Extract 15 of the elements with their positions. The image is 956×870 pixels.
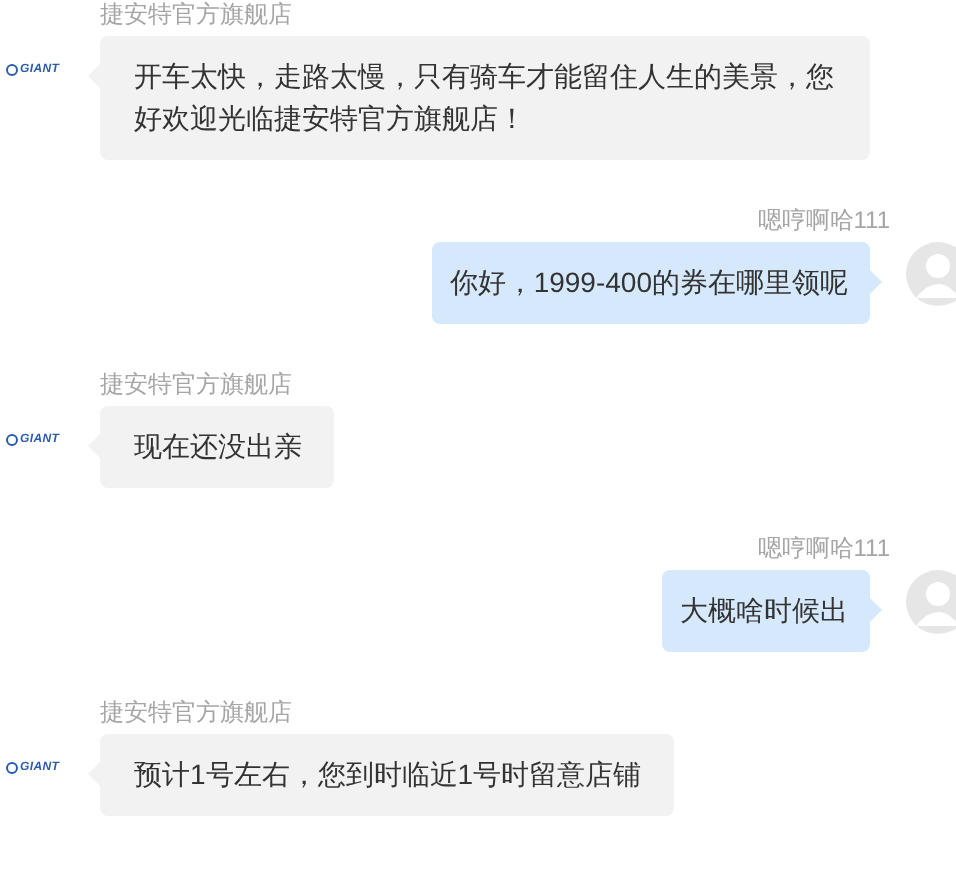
message-bubble: 预计1号左右，您到时临近1号时留意店铺 (100, 734, 674, 816)
sender-name: 捷安特官方旗舰店 (100, 0, 292, 27)
bubble-tail (870, 598, 882, 622)
sender-name: 嗯哼啊哈111 (757, 533, 890, 561)
message-bubble: 大概啥时候出 (662, 570, 870, 652)
sender-name: 嗯哼啊哈111 (757, 205, 890, 233)
sender-name: 捷安特官方旗舰店 (100, 369, 292, 397)
bubble-tail (870, 270, 882, 294)
message-bubble: 开车太快，走路太慢，只有骑车才能留住人生的美景，您好欢迎光临捷安特官方旗舰店！ (100, 36, 870, 160)
message-bubble: 现在还没出亲 (100, 406, 334, 488)
logo-mark-icon (6, 434, 18, 446)
logo-mark-icon (6, 64, 18, 76)
message-bubble: 你好，1999-400的券在哪里领呢 (431, 242, 870, 324)
logo-mark-icon (6, 762, 18, 774)
sender-name: 捷安特官方旗舰店 (100, 697, 292, 725)
